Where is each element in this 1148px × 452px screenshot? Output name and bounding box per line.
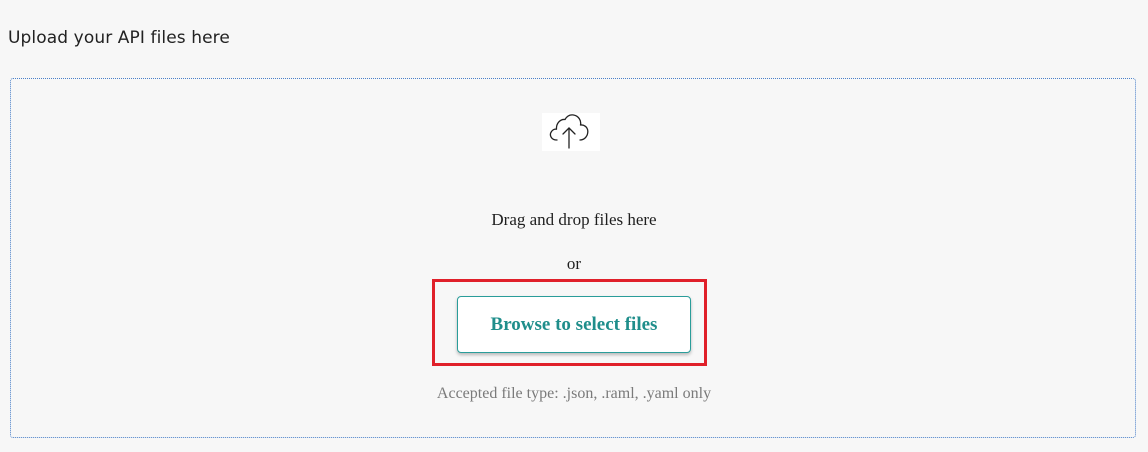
browse-files-button[interactable]: Browse to select files (457, 296, 691, 353)
drag-drop-text: Drag and drop files here (491, 210, 657, 229)
or-separator-text: or (566, 254, 582, 273)
accepted-file-types-text: Accepted file type: .json, .raml, .yaml … (436, 385, 712, 402)
page-title: Upload your API files here (8, 28, 230, 48)
cloud-upload-icon (542, 113, 600, 151)
